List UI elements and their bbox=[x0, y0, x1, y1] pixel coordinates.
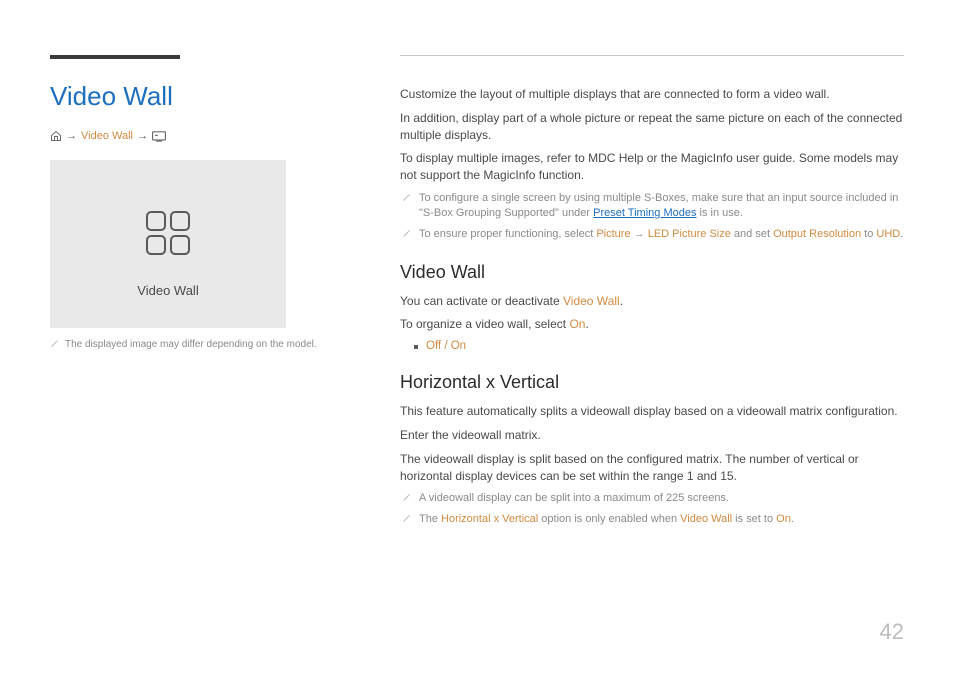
breadcrumb-item: Video Wall bbox=[81, 130, 133, 142]
body-p: You can activate or deactivate Video Wal… bbox=[400, 293, 904, 310]
intro-p: In addition, display part of a whole pic… bbox=[400, 110, 904, 144]
term: Video Wall bbox=[680, 513, 732, 525]
arrow-icon: → bbox=[66, 130, 77, 142]
note-max-screens: A videowall display can be split into a … bbox=[400, 491, 904, 506]
ui-mock-label: Video Wall bbox=[137, 283, 198, 298]
preset-timing-link[interactable]: Preset Timing Modes bbox=[593, 207, 696, 219]
note-hv-enabled: The Horizontal x Vertical option is only… bbox=[400, 512, 904, 527]
body-p: To organize a video wall, select On. bbox=[400, 316, 904, 333]
screen-icon bbox=[152, 131, 166, 142]
note-text: The bbox=[419, 513, 441, 525]
arrow-icon: → bbox=[137, 130, 148, 142]
note-text: . bbox=[900, 228, 903, 240]
section-heading-hv: Horizontal x Vertical bbox=[400, 372, 904, 393]
note-sbox: To configure a single screen by using mu… bbox=[400, 191, 904, 221]
term: UHD bbox=[876, 228, 900, 240]
term: Output Resolution bbox=[773, 228, 861, 240]
right-column: Customize the layout of multiple display… bbox=[400, 55, 904, 533]
body-p: Enter the videowall matrix. bbox=[400, 427, 904, 444]
section-heading-vw: Video Wall bbox=[400, 262, 904, 283]
breadcrumb: → Video Wall → bbox=[50, 130, 340, 142]
note-text: is set to bbox=[732, 513, 776, 525]
note-text: option is only enabled when bbox=[538, 513, 680, 525]
page-number: 42 bbox=[880, 619, 904, 645]
model-note: The displayed image may differ depending… bbox=[50, 338, 340, 351]
term: Video Wall bbox=[563, 294, 620, 308]
note-text: A videowall display can be split into a … bbox=[419, 491, 904, 506]
note-text: The displayed image may differ depending… bbox=[65, 338, 317, 351]
grid-icon bbox=[146, 211, 190, 255]
home-icon bbox=[50, 130, 62, 142]
body-p: The videowall display is split based on … bbox=[400, 451, 904, 485]
body-p: This feature automatically splits a vide… bbox=[400, 403, 904, 420]
pencil-icon bbox=[402, 193, 411, 202]
option-list: Off / On bbox=[400, 340, 904, 352]
option-item: Off / On bbox=[426, 340, 466, 352]
pencil-icon bbox=[402, 514, 411, 523]
note-text: and set bbox=[731, 228, 773, 240]
pencil-icon bbox=[402, 493, 411, 502]
term: Picture bbox=[596, 228, 630, 240]
note-text: To ensure proper functioning, select bbox=[419, 228, 596, 240]
note-text: → bbox=[631, 228, 648, 240]
intro-p: Customize the layout of multiple display… bbox=[400, 86, 904, 103]
term: LED Picture Size bbox=[648, 228, 731, 240]
term: Horizontal x Vertical bbox=[441, 513, 538, 525]
note-text: to bbox=[861, 228, 876, 240]
pencil-icon bbox=[402, 229, 411, 238]
note-text: is in use. bbox=[696, 207, 742, 219]
left-column: Video Wall → Video Wall → Video Wall The… bbox=[50, 55, 340, 533]
ui-mock: Video Wall bbox=[50, 160, 286, 328]
term: On bbox=[569, 317, 585, 331]
term: On bbox=[776, 513, 791, 525]
intro-p: To display multiple images, refer to MDC… bbox=[400, 150, 904, 184]
note-resolution: To ensure proper functioning, select Pic… bbox=[400, 227, 904, 242]
page-title: Video Wall bbox=[50, 81, 340, 112]
note-text: . bbox=[791, 513, 794, 525]
section-rule bbox=[50, 55, 180, 59]
pencil-icon bbox=[50, 339, 59, 348]
